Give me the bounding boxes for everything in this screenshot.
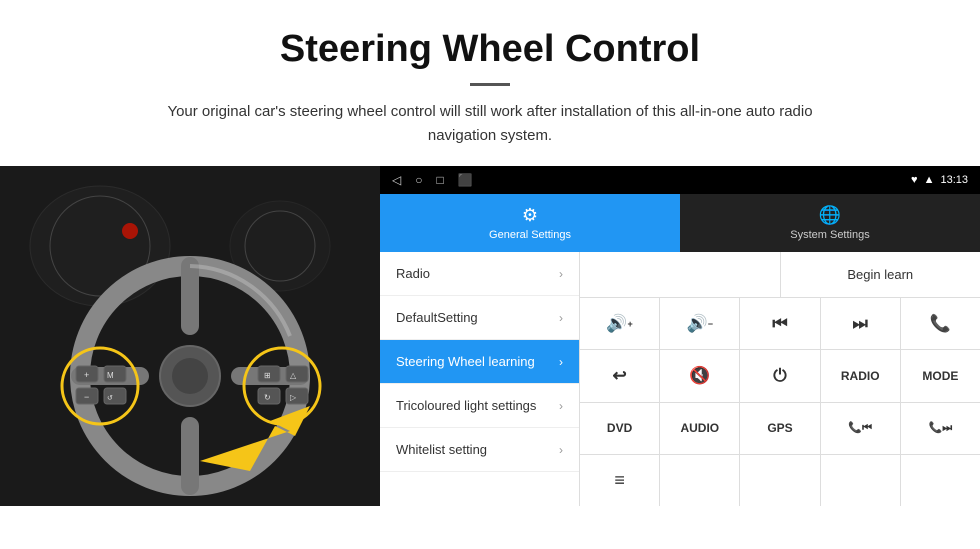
volume-down-btn[interactable]: 🔊−	[660, 298, 740, 349]
chevron-icon: ›	[559, 399, 563, 413]
chevron-icon: ›	[559, 355, 563, 369]
clock: 13:13	[940, 174, 968, 186]
empty-cell-5	[901, 455, 980, 506]
svg-text:▷: ▷	[290, 393, 297, 402]
empty-cell-3	[740, 455, 820, 506]
menu-item-tricoloured[interactable]: Tricoloured light settings ›	[380, 384, 579, 428]
control-row-1: 🔊+ 🔊− ⏮ ⏭ 📞	[580, 298, 980, 350]
subtitle-text: Your original car's steering wheel contr…	[150, 100, 830, 148]
recent-nav-icon[interactable]: □	[436, 173, 443, 187]
svg-text:+: +	[84, 370, 89, 380]
controls-rows: 🔊+ 🔊− ⏮ ⏭ 📞 ↩ 🔇 ⏻ RADIO MODE	[580, 298, 980, 506]
phone-btn[interactable]: 📞	[901, 298, 980, 349]
control-row-3: DVD AUDIO GPS 📞⏮ 📞⏭	[580, 403, 980, 455]
home-nav-icon[interactable]: ○	[415, 173, 422, 187]
status-bar-nav: ◁ ○ □ ⬛	[392, 173, 473, 187]
empty-cell-2	[660, 455, 740, 506]
menu-tricoloured-label: Tricoloured light settings	[396, 398, 536, 413]
menu-item-radio[interactable]: Radio ›	[380, 252, 579, 296]
left-menu: Radio › DefaultSetting › Steering Wheel …	[380, 252, 580, 506]
return-btn[interactable]: ↩	[580, 350, 660, 401]
right-controls: Begin learn 🔊+ 🔊− ⏮ ⏭ 📞	[580, 252, 980, 506]
volume-up-btn[interactable]: 🔊+	[580, 298, 660, 349]
empty-slot	[580, 252, 781, 297]
menu-whitelist-label: Whitelist setting	[396, 442, 487, 457]
car-image-section: + − M ↺ ⊞ ↻ △ ▷	[0, 166, 380, 506]
menu-radio-label: Radio	[396, 266, 430, 281]
dvd-btn[interactable]: DVD	[580, 403, 660, 454]
mode-btn[interactable]: MODE	[901, 350, 980, 401]
menu-item-steering[interactable]: Steering Wheel learning ›	[380, 340, 579, 384]
chevron-icon: ›	[559, 311, 563, 325]
svg-text:↻: ↻	[264, 393, 271, 402]
audio-btn[interactable]: AUDIO	[660, 403, 740, 454]
svg-text:△: △	[290, 371, 297, 380]
control-row-4: ≡	[580, 455, 980, 506]
mute-btn[interactable]: 🔇	[660, 350, 740, 401]
menu-nav-icon[interactable]: ⬛	[458, 173, 473, 187]
status-bar: ◁ ○ □ ⬛ ♥ ▲ 13:13	[380, 166, 980, 194]
menu-steering-label: Steering Wheel learning	[396, 354, 535, 369]
title-divider	[470, 83, 510, 86]
next-track-btn[interactable]: ⏭	[821, 298, 901, 349]
page-container: Steering Wheel Control Your original car…	[0, 0, 980, 506]
menu-item-default[interactable]: DefaultSetting ›	[380, 296, 579, 340]
menu-default-label: DefaultSetting	[396, 310, 478, 325]
header-section: Steering Wheel Control Your original car…	[0, 0, 980, 166]
tab-general-label: General Settings	[489, 229, 571, 241]
begin-learn-button[interactable]: Begin learn	[781, 252, 980, 297]
chevron-icon: ›	[559, 267, 563, 281]
wifi-icon: ▲	[924, 174, 935, 186]
controls-top: Begin learn	[580, 252, 980, 298]
power-btn[interactable]: ⏻	[740, 350, 820, 401]
main-content: + − M ↺ ⊞ ↻ △ ▷	[0, 166, 980, 506]
gps-btn[interactable]: GPS	[740, 403, 820, 454]
menu-item-whitelist[interactable]: Whitelist setting ›	[380, 428, 579, 472]
svg-text:−: −	[84, 392, 89, 402]
phone-prev-btn[interactable]: 📞⏮	[821, 403, 901, 454]
chevron-icon: ›	[559, 443, 563, 457]
tab-bar: ⚙ General Settings 🌐 System Settings	[380, 194, 980, 252]
control-row-2: ↩ 🔇 ⏻ RADIO MODE	[580, 350, 980, 402]
content-area: Radio › DefaultSetting › Steering Wheel …	[380, 252, 980, 506]
tab-general-settings[interactable]: ⚙ General Settings	[380, 194, 680, 252]
signal-icon: ♥	[911, 174, 918, 186]
back-nav-icon[interactable]: ◁	[392, 173, 401, 187]
phone-next-btn[interactable]: 📞⏭	[901, 403, 980, 454]
prev-track-btn[interactable]: ⏮	[740, 298, 820, 349]
system-settings-icon: 🌐	[819, 205, 841, 226]
list-icon-btn[interactable]: ≡	[580, 455, 660, 506]
status-bar-info: ♥ ▲ 13:13	[911, 174, 968, 186]
tab-system-settings[interactable]: 🌐 System Settings	[680, 194, 980, 252]
radio-btn[interactable]: RADIO	[821, 350, 901, 401]
empty-cell-4	[821, 455, 901, 506]
tab-system-label: System Settings	[790, 229, 869, 241]
svg-text:⊞: ⊞	[264, 371, 271, 380]
steering-wheel-svg: + − M ↺ ⊞ ↻ △ ▷	[0, 166, 380, 506]
android-ui: ◁ ○ □ ⬛ ♥ ▲ 13:13 ⚙ General Settings	[380, 166, 980, 506]
svg-text:M: M	[107, 371, 114, 380]
general-settings-icon: ⚙	[522, 205, 538, 226]
page-title: Steering Wheel Control	[60, 28, 920, 71]
svg-text:↺: ↺	[107, 395, 113, 402]
